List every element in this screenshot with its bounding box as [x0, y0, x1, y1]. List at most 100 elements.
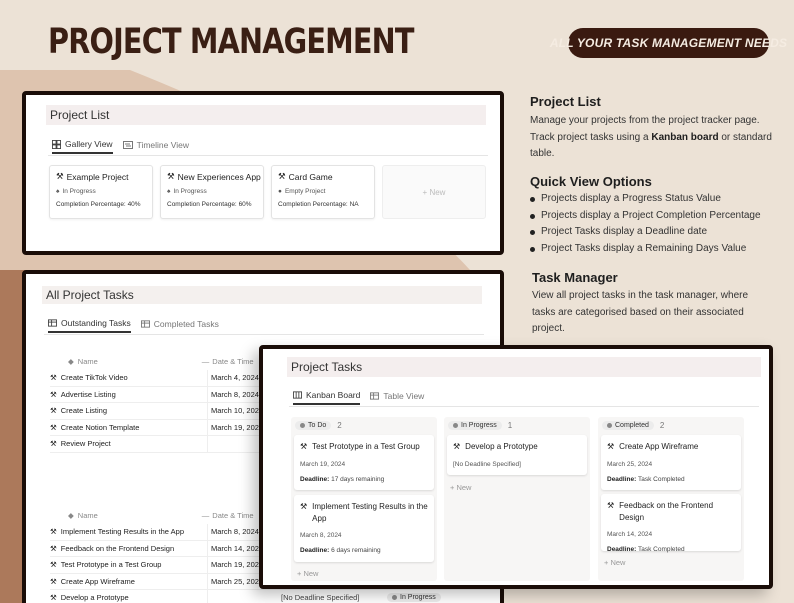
- task-card[interactable]: ⚒ Implement Testing Results in the App Ma…: [294, 495, 434, 562]
- info-heading: Task Manager: [532, 270, 618, 285]
- task-card-title: Feedback on the Frontend Design: [619, 501, 714, 522]
- tab-label: Table View: [383, 391, 425, 401]
- task-name: Develop a Prototype: [60, 593, 129, 603]
- info-task-manager: Task Manager View all project tasks in t…: [532, 270, 757, 338]
- date-column-icon: —: [201, 511, 210, 520]
- all-tasks-header: All Project Tasks: [42, 286, 482, 304]
- task-name: Review Project: [60, 439, 111, 449]
- status-label: In Progress: [400, 594, 436, 602]
- task-card-title: Create App Wireframe: [619, 442, 699, 451]
- task-date: March 19, 2024: [211, 560, 264, 570]
- column-header: To Do 2: [295, 421, 342, 430]
- project-list-tabs: Gallery View Timeline View: [52, 139, 189, 154]
- name-column-icon: ◆: [68, 357, 74, 366]
- hammer-icon: ⚒: [167, 171, 175, 181]
- hammer-icon: ⚒: [278, 171, 286, 181]
- kanban-frame: Project Tasks Kanban Board Table View To…: [259, 345, 773, 589]
- task-date: March 8, 2024: [211, 527, 259, 537]
- hammer-icon: ⚒: [607, 501, 615, 510]
- pct-label: Completion Percentage:: [278, 201, 348, 208]
- column-label: Completed: [615, 422, 649, 429]
- new-task-button[interactable]: + New: [604, 558, 625, 567]
- task-name: Create Listing: [60, 406, 108, 416]
- column-date: Date & Time: [212, 357, 254, 366]
- project-list-header: Project List: [46, 105, 486, 125]
- task-name: Advertise Listing: [60, 389, 116, 399]
- list-item: Projects display a Progress Status Value: [530, 191, 780, 208]
- tab-completed-tasks[interactable]: Completed Tasks: [140, 318, 219, 333]
- task-card-deadline: 17 days remaining: [331, 475, 385, 483]
- kanban-header: Project Tasks: [287, 357, 761, 377]
- table-header: ◆ Name — Date & Time: [68, 357, 254, 366]
- tagline-badge: ALL YOUR TASK MANAGEMENT NEEDS: [550, 28, 787, 58]
- project-card-title: Card Game: [288, 171, 333, 182]
- hammer-icon: ⚒: [50, 439, 57, 449]
- tab-kanban-board[interactable]: Kanban Board: [293, 390, 361, 405]
- tab-outstanding-tasks[interactable]: Outstanding Tasks: [48, 318, 131, 333]
- deadline-label: Deadline:: [300, 475, 330, 483]
- task-name: Test Prototype in a Test Group: [60, 560, 162, 570]
- status-badge: To Do: [295, 421, 332, 430]
- page-title: PROJECT MANAGEMENT: [48, 22, 414, 62]
- status-dot-icon: ♠: [56, 188, 60, 195]
- tab-label: Gallery View: [65, 139, 113, 149]
- column-count: 2: [659, 421, 665, 430]
- pct-value: NA: [349, 201, 359, 208]
- list-item: Project Tasks display a Deadline date: [530, 224, 780, 241]
- status-badge: In Progress: [448, 421, 502, 430]
- column-name: Name: [77, 511, 98, 520]
- task-date: March 25, 2024: [211, 576, 264, 586]
- status-badge: In Progress: [387, 593, 441, 603]
- task-date: March 14, 2024: [211, 543, 264, 553]
- name-column-icon: ◆: [68, 511, 74, 520]
- hammer-icon: ⚒: [50, 422, 57, 432]
- column-header: In Progress 1: [448, 421, 512, 430]
- task-name: Create App Wireframe: [60, 576, 135, 586]
- tab-timeline-view[interactable]: Timeline View: [122, 139, 189, 154]
- task-date: March 19, 2024: [211, 422, 264, 432]
- kanban-tabs: Kanban Board Table View: [293, 390, 424, 405]
- pct-value: 60%: [238, 201, 252, 208]
- status-badge: Completed: [602, 421, 654, 430]
- project-card-title: Example Project: [66, 171, 129, 182]
- list-item: Project Tasks display a Remaining Days V…: [530, 241, 780, 258]
- column-name: Name: [77, 357, 98, 366]
- project-card[interactable]: ⚒ New Experiences App ♠ In Progress Comple…: [160, 165, 264, 219]
- status-dot-icon: [453, 423, 458, 428]
- task-card[interactable]: ⚒ Create App Wireframe March 25, 2024 Dea…: [601, 435, 741, 490]
- pct-label: Completion Percentage:: [56, 201, 126, 208]
- new-task-button[interactable]: + New: [450, 483, 471, 492]
- hammer-icon: ⚒: [300, 442, 308, 451]
- task-date: March 10, 2024: [211, 406, 264, 416]
- tab-gallery-view[interactable]: Gallery View: [52, 139, 113, 154]
- hammer-icon: ⚒: [453, 442, 461, 451]
- project-card-title: New Experiences App: [177, 171, 261, 182]
- hammer-icon: ⚒: [50, 576, 57, 586]
- task-card-date: March 19, 2024: [300, 460, 346, 468]
- info-heading: Quick View Options: [530, 174, 652, 189]
- task-card[interactable]: ⚒ Test Prototype in a Test Group March 19…: [294, 435, 434, 490]
- task-card-date: March 14, 2024: [607, 531, 653, 538]
- status-dot-icon: [300, 423, 305, 428]
- task-card[interactable]: ⚒ Feedback on the Frontend Design March 1…: [601, 494, 741, 553]
- new-task-button[interactable]: + New: [297, 569, 318, 578]
- column-count: 2: [337, 421, 342, 430]
- tab-table-view[interactable]: Table View: [370, 390, 424, 405]
- column-label: To Do: [308, 422, 327, 429]
- task-name: Create TikTok Video: [60, 373, 128, 383]
- pct-label: Completion Percentage:: [167, 201, 237, 208]
- task-deadline: [No Deadline Specified]: [281, 593, 360, 603]
- kanban-column-todo: To Do 2 ⚒ Test Prototype in a Test Group …: [291, 417, 437, 581]
- status-dot-icon: ●: [278, 188, 282, 195]
- project-card[interactable]: ⚒ Card Game ● Empty Project Completion Per…: [271, 165, 375, 219]
- hammer-icon: ⚒: [50, 389, 57, 399]
- project-card[interactable]: ⚒ Example Project ♠ In Progress Completion…: [49, 165, 153, 219]
- new-project-button[interactable]: + New: [382, 165, 486, 219]
- info-quick-view: Quick View Options Projects display a Pr…: [530, 174, 780, 257]
- column-label: In Progress: [461, 422, 497, 429]
- column-date: Date & Time: [212, 511, 254, 520]
- tab-label: Kanban Board: [306, 390, 361, 400]
- status-dot-icon: [392, 595, 397, 601]
- table-row[interactable]: ⚒ Develop a Prototype [No Deadline Specif…: [50, 590, 500, 603]
- task-card[interactable]: ⚒ Develop a Prototype [No Deadline Specif…: [447, 435, 587, 475]
